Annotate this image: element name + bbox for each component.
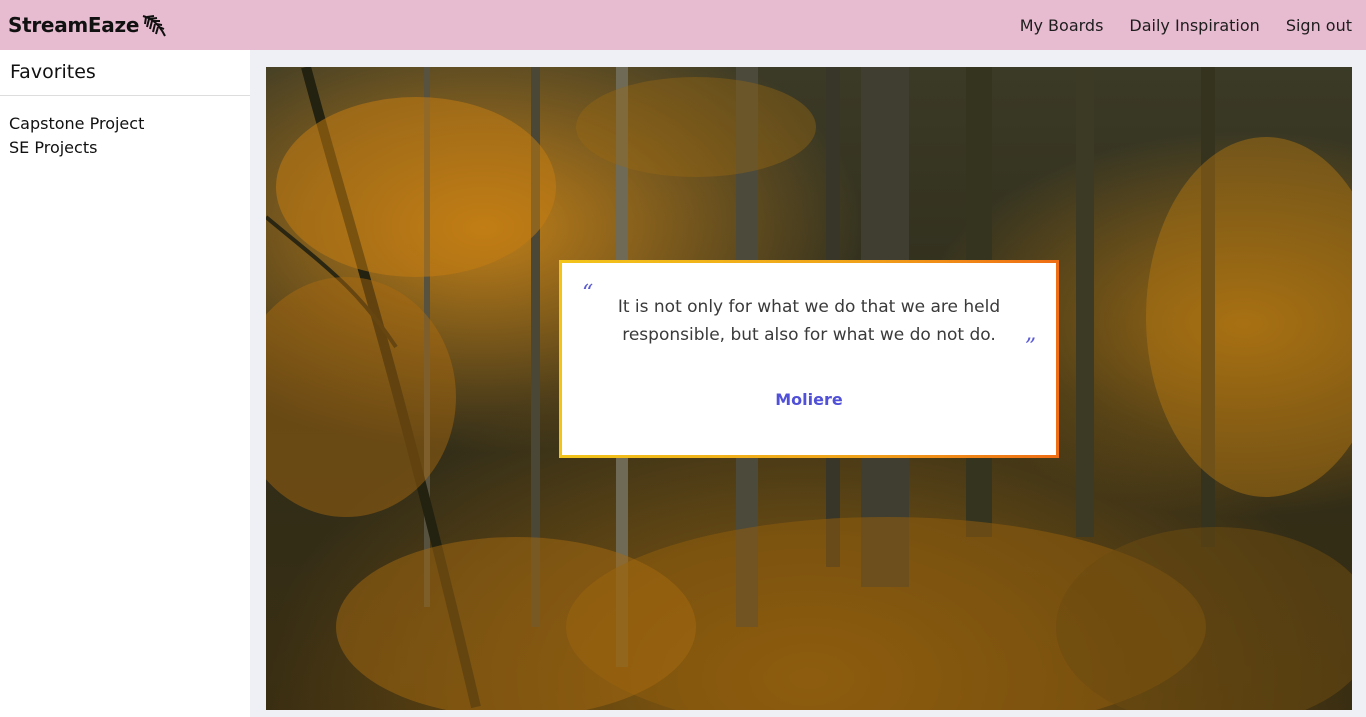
sidebar-item-se-projects[interactable]: SE Projects bbox=[9, 136, 250, 160]
feather-icon bbox=[142, 15, 166, 37]
close-quote-icon: ” bbox=[1024, 335, 1036, 360]
inspiration-panel: “ It is not only for what we do that we … bbox=[266, 67, 1352, 710]
main-nav: My Boards Daily Inspiration Sign out bbox=[994, 16, 1352, 35]
open-quote-icon: “ bbox=[582, 281, 594, 306]
top-navbar: StreamEaze My Boards Daily Inspiration S… bbox=[0, 0, 1366, 50]
nav-my-boards[interactable]: My Boards bbox=[1020, 16, 1104, 35]
sidebar-item-capstone-project[interactable]: Capstone Project bbox=[9, 112, 250, 136]
favorites-list: Capstone Project SE Projects bbox=[0, 96, 250, 160]
favorites-sidebar: Favorites Capstone Project SE Projects bbox=[0, 50, 250, 717]
brand-name[interactable]: StreamEaze bbox=[8, 13, 139, 37]
quote-card: “ It is not only for what we do that we … bbox=[559, 260, 1059, 458]
sidebar-title: Favorites bbox=[0, 50, 250, 96]
brand[interactable]: StreamEaze bbox=[8, 0, 168, 50]
quote-text: It is not only for what we do that we ar… bbox=[617, 297, 1001, 345]
nav-sign-out[interactable]: Sign out bbox=[1286, 16, 1352, 35]
quote-card-body: “ It is not only for what we do that we … bbox=[562, 263, 1056, 455]
nav-daily-inspiration[interactable]: Daily Inspiration bbox=[1129, 16, 1259, 35]
quote-author: Moliere bbox=[775, 390, 843, 409]
